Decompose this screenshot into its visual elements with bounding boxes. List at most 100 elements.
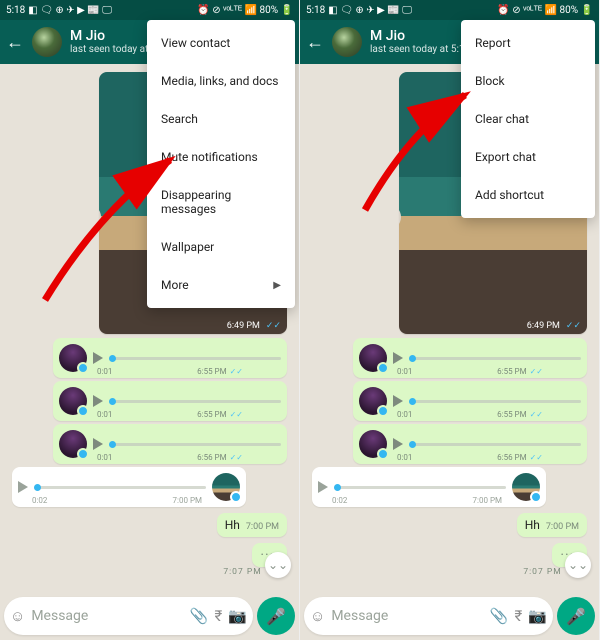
play-icon[interactable] xyxy=(393,352,403,364)
voice-avatar xyxy=(59,387,87,415)
input-bar: ☺ Message 📎 ₹ 📷 🎤 xyxy=(4,596,295,636)
message-time: 7:00 PM xyxy=(246,522,279,532)
scroll-to-bottom-button[interactable]: ⌄⌄ xyxy=(265,552,291,578)
voice-track[interactable] xyxy=(109,443,281,446)
forward-icon[interactable]: ➦ xyxy=(399,204,401,230)
play-icon[interactable] xyxy=(393,438,403,450)
back-icon[interactable]: ← xyxy=(6,32,24,53)
input-bar: ☺ Message 📎 ₹ 📷 🎤 xyxy=(304,596,595,636)
message-input[interactable]: Message xyxy=(31,608,184,624)
overflow-menu: View contact Media, links, and docs Sear… xyxy=(147,20,295,308)
voice-avatar xyxy=(59,344,87,372)
overflow-submenu: Report Block Clear chat Export chat Add … xyxy=(461,20,595,218)
menu-clear-chat[interactable]: Clear chat xyxy=(461,100,595,138)
contact-avatar[interactable] xyxy=(32,27,62,57)
mic-icon xyxy=(377,362,389,374)
voice-track[interactable] xyxy=(109,400,281,403)
scroll-to-bottom-button[interactable]: ⌄⌄ xyxy=(565,552,591,578)
menu-report[interactable]: Report xyxy=(461,24,595,62)
mic-icon xyxy=(77,448,89,460)
message-text: Hh xyxy=(525,518,540,532)
status-bar: 5:18◧ 🗨 ⊕ ✈ ▶ 📰 🖵 ⏰ ⊘ ᵛᵒᴸᵀᴱ 📶 80% 🔋 xyxy=(0,0,299,20)
message-input-container[interactable]: ☺ Message 📎 ₹ 📷 xyxy=(4,597,253,635)
emoji-icon[interactable]: ☺ xyxy=(310,607,325,625)
voice-track[interactable] xyxy=(409,400,581,403)
message-time: 7:00 PM xyxy=(546,522,579,532)
read-ticks-icon: ✓✓ xyxy=(230,410,243,419)
voice-track[interactable] xyxy=(409,443,581,446)
menu-wallpaper[interactable]: Wallpaper xyxy=(147,228,295,266)
voice-message-in[interactable]: 0:027:00 PM xyxy=(12,467,246,507)
image-timestamp: 6:49 PM✓✓ xyxy=(527,321,581,331)
menu-search[interactable]: Search xyxy=(147,100,295,138)
phone-left: 5:18◧ 🗨 ⊕ ✈ ▶ 📰 🖵 ⏰ ⊘ ᵛᵒᴸᵀᴱ 📶 80% 🔋 ← M … xyxy=(0,0,300,640)
read-ticks-icon: ✓✓ xyxy=(530,410,543,419)
voice-message-out[interactable]: 0:016:55 PM✓✓ xyxy=(53,381,287,421)
status-time: 5:18 xyxy=(306,5,325,16)
menu-mute[interactable]: Mute notifications xyxy=(147,138,295,176)
voice-avatar xyxy=(512,473,540,501)
voice-message-in[interactable]: 0:027:00 PM xyxy=(312,467,546,507)
menu-disappearing[interactable]: Disappearing messages xyxy=(147,176,295,228)
play-icon[interactable] xyxy=(18,481,28,493)
voice-avatar xyxy=(359,430,387,458)
mic-button[interactable]: 🎤 xyxy=(557,597,595,635)
menu-export-chat[interactable]: Export chat xyxy=(461,138,595,176)
mic-icon xyxy=(530,491,542,503)
voice-message-out[interactable]: 0:016:56 PM✓✓ xyxy=(53,424,287,464)
play-icon[interactable] xyxy=(93,438,103,450)
emoji-icon[interactable]: ☺ xyxy=(10,607,25,625)
menu-media-links-docs[interactable]: Media, links, and docs xyxy=(147,62,295,100)
status-bar: 5:18◧ 🗨 ⊕ ✈ ▶ 📰 🖵 ⏰ ⊘ ᵛᵒᴸᵀᴱ 📶 80% 🔋 xyxy=(300,0,599,20)
voice-track[interactable] xyxy=(34,486,206,489)
voice-avatar xyxy=(212,473,240,501)
mic-icon xyxy=(377,405,389,417)
mic-icon xyxy=(77,405,89,417)
rupee-icon[interactable]: ₹ xyxy=(515,607,523,625)
chevron-right-icon: ▶ xyxy=(273,280,281,291)
camera-icon[interactable]: 📷 xyxy=(228,607,247,625)
voice-message-out[interactable]: 0:016:56 PM✓✓ xyxy=(353,424,587,464)
read-ticks-icon: ✓✓ xyxy=(230,453,243,462)
play-icon[interactable] xyxy=(318,481,328,493)
rupee-icon[interactable]: ₹ xyxy=(215,607,223,625)
mic-button[interactable]: 🎤 xyxy=(257,597,295,635)
play-icon[interactable] xyxy=(93,352,103,364)
voice-message-out[interactable]: 0:016:55 PM✓✓ xyxy=(53,338,287,378)
message-input-container[interactable]: ☺ Message 📎 ₹ 📷 xyxy=(304,597,553,635)
play-icon[interactable] xyxy=(93,395,103,407)
camera-icon[interactable]: 📷 xyxy=(528,607,547,625)
status-icons-right: ⏰ ⊘ ᵛᵒᴸᵀᴱ 📶 80% 🔋 xyxy=(497,5,593,16)
voice-avatar xyxy=(59,430,87,458)
read-ticks-icon: ✓✓ xyxy=(530,367,543,376)
contact-avatar[interactable] xyxy=(332,27,362,57)
menu-add-shortcut[interactable]: Add shortcut xyxy=(461,176,595,214)
voice-avatar xyxy=(359,344,387,372)
text-message-out[interactable]: Hh 7:00 PM xyxy=(517,513,587,537)
menu-view-contact[interactable]: View contact xyxy=(147,24,295,62)
mic-icon xyxy=(77,362,89,374)
text-message-out[interactable]: Hh 7:00 PM xyxy=(217,513,287,537)
image-timestamp: 6:49 PM✓✓ xyxy=(227,321,281,331)
voice-track[interactable] xyxy=(334,486,506,489)
phone-right: 5:18◧ 🗨 ⊕ ✈ ▶ 📰 🖵 ⏰ ⊘ ᵛᵒᴸᵀᴱ 📶 80% 🔋 ← M … xyxy=(300,0,600,640)
voice-track[interactable] xyxy=(109,357,281,360)
read-ticks-icon: ✓✓ xyxy=(266,321,281,331)
voice-message-out[interactable]: 0:016:55 PM✓✓ xyxy=(353,381,587,421)
play-icon[interactable] xyxy=(393,395,403,407)
attach-icon[interactable]: 📎 xyxy=(490,607,509,625)
voice-track[interactable] xyxy=(409,357,581,360)
status-icons-left: ◧ 🗨 ⊕ ✈ ▶ 📰 🖵 xyxy=(328,5,412,16)
mic-icon xyxy=(230,491,242,503)
menu-block[interactable]: Block xyxy=(461,62,595,100)
message-input[interactable]: Message xyxy=(331,608,484,624)
menu-more[interactable]: More▶ xyxy=(147,266,295,304)
message-text: Hh xyxy=(225,518,240,532)
read-ticks-icon: ✓✓ xyxy=(566,321,581,331)
back-icon[interactable]: ← xyxy=(306,32,324,53)
forward-icon[interactable]: ➦ xyxy=(99,204,101,230)
status-icons-right: ⏰ ⊘ ᵛᵒᴸᵀᴱ 📶 80% 🔋 xyxy=(197,5,293,16)
voice-message-out[interactable]: 0:016:55 PM✓✓ xyxy=(353,338,587,378)
attach-icon[interactable]: 📎 xyxy=(190,607,209,625)
mic-icon xyxy=(377,448,389,460)
